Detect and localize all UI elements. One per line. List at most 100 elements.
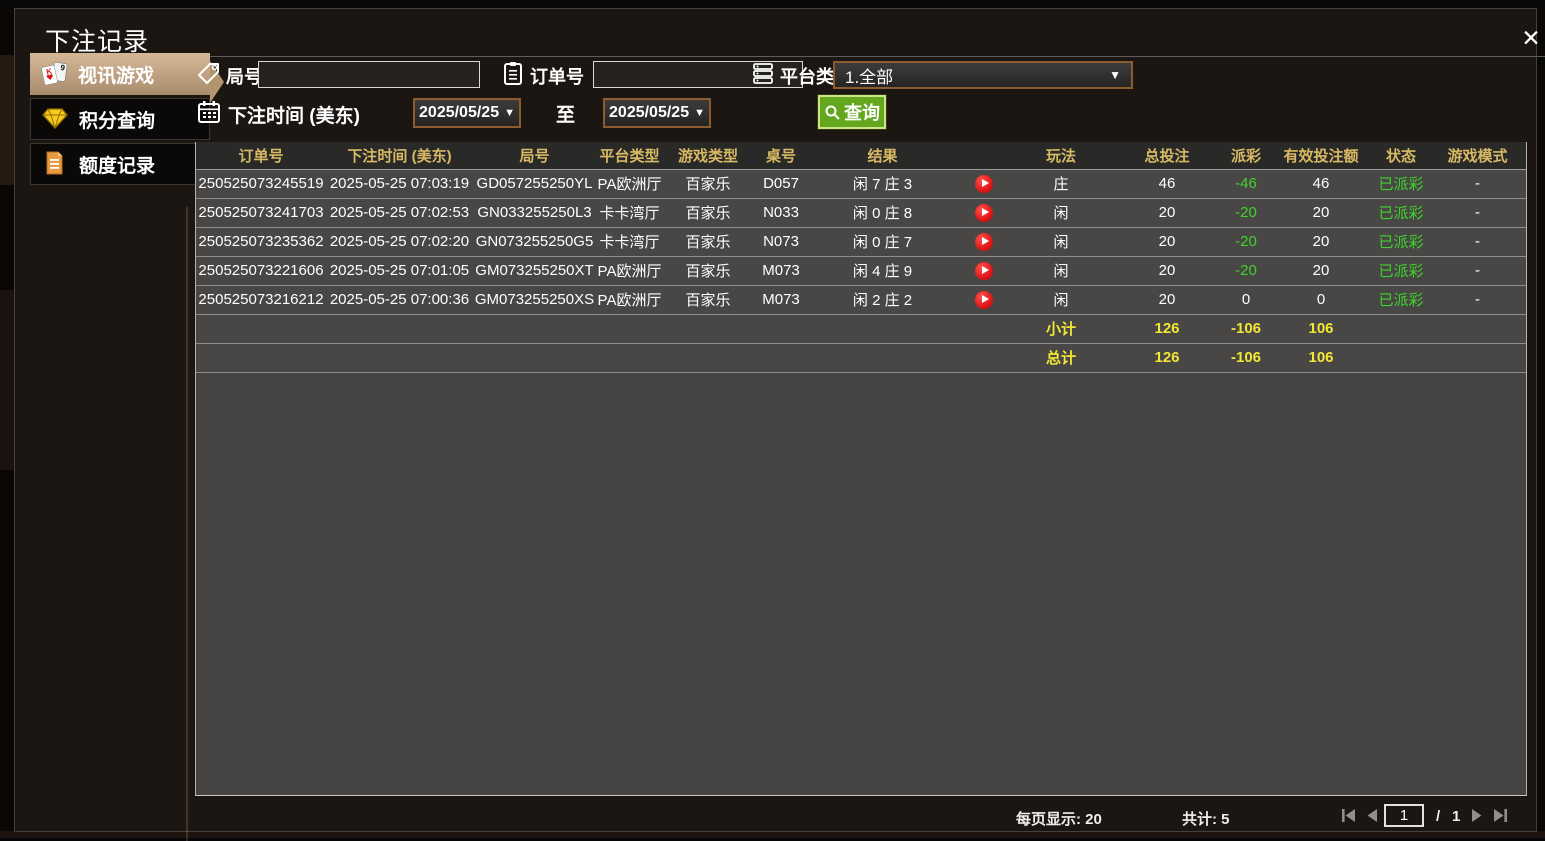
bet-time-label: 下注时间 (美东) [228, 106, 360, 127]
cell-payout: -46 [1223, 169, 1269, 199]
page-number-input[interactable]: 1 [1384, 804, 1424, 827]
play-video-icon[interactable] [974, 174, 993, 193]
search-button[interactable]: 查询 [817, 94, 887, 130]
col-header: 下注时间 (美东) [326, 142, 473, 170]
cell-bet-time: 2025-05-25 07:00:36 [326, 285, 473, 315]
table-row: 250525073235362 2025-05-25 07:02:20 GN07… [196, 227, 1526, 257]
table-row: 250525073241703 2025-05-25 07:02:53 GN03… [196, 198, 1526, 228]
sidebar-item-label: 视讯游戏 [78, 65, 155, 87]
cell-game-type: 百家乐 [663, 285, 753, 315]
cell-platform: 卡卡湾厅 [596, 198, 663, 228]
col-header: 游戏模式 [1429, 142, 1526, 170]
col-header: 订单号 [196, 142, 326, 170]
grand-total-row: 总计 126 -106 106 [196, 343, 1526, 373]
col-header: 玩法 [1011, 142, 1111, 170]
sidebar-item-credit-records[interactable]: 额度记录 [30, 143, 210, 185]
cell-total-bet: 20 [1111, 256, 1223, 286]
close-icon[interactable]: ✕ [1515, 22, 1545, 54]
cell-round-no: GM073255250XT [473, 256, 596, 286]
col-header: 结果 [809, 142, 956, 170]
last-page-icon[interactable] [1492, 808, 1509, 823]
cell-result: 闲 0 庄 7 [809, 227, 956, 257]
cell-order-no: 250525073241703 [196, 198, 326, 228]
cell-payout: -20 [1223, 227, 1269, 257]
cell-status: 已派彩 [1373, 227, 1429, 257]
date-to-select[interactable]: 2025/05/25 ▼ [603, 98, 711, 128]
first-page-icon[interactable] [1340, 808, 1357, 823]
date-from-select[interactable]: 2025/05/25 ▼ [413, 98, 521, 128]
cell-table-no: D057 [753, 169, 809, 199]
cell-table-no: M073 [753, 285, 809, 315]
cell-table-no: M073 [753, 256, 809, 286]
cell-platform: PA欧洲厅 [596, 169, 663, 199]
screen: 下注记录 ✕ 9 K 视讯游戏 积分查询 额度记录 局号 订单号 平台类型 1.… [0, 0, 1545, 841]
cell-total-bet: 20 [1111, 285, 1223, 315]
cell-valid-bet: 0 [1269, 285, 1373, 315]
cell-order-no: 250525073221606 [196, 256, 326, 286]
cell-result: 闲 7 庄 3 [809, 169, 956, 199]
grand-total-valid-bet: 106 [1269, 343, 1373, 373]
background-bleed [0, 55, 14, 185]
play-video-icon[interactable] [974, 261, 993, 280]
chevron-down-icon: ▼ [1109, 68, 1121, 82]
grand-total-label: 总计 [1011, 343, 1111, 373]
cell-valid-bet: 46 [1269, 169, 1373, 199]
cell-play-type: 闲 [1011, 198, 1111, 228]
cell-platform: PA欧洲厅 [596, 285, 663, 315]
cell-payout: 0 [1223, 285, 1269, 315]
subtotal-row: 小计 126 -106 106 [196, 314, 1526, 344]
search-icon [825, 105, 840, 120]
total-count-label: 共计: 5 [1182, 811, 1230, 828]
order-number-label: 订单号 [530, 67, 584, 87]
sidebar-item-video-games[interactable]: 9 K 视讯游戏 [30, 53, 210, 95]
table-row: 250525073221606 2025-05-25 07:01:05 GM07… [196, 256, 1526, 286]
col-header: 总投注 [1111, 142, 1223, 170]
cell-game-mode: - [1429, 227, 1526, 257]
cell-round-no: GN033255250L3 [473, 198, 596, 228]
next-page-icon[interactable] [1468, 808, 1485, 823]
cell-game-type: 百家乐 [663, 227, 753, 257]
cell-payout: -20 [1223, 198, 1269, 228]
document-icon [41, 150, 71, 178]
table-row: 250525073245519 2025-05-25 07:03:19 GD05… [196, 169, 1526, 199]
cell-game-type: 百家乐 [663, 169, 753, 199]
betting-records-table: 订单号 下注时间 (美东) 局号 平台类型 游戏类型 桌号 结果 玩法 总投注 … [195, 142, 1527, 796]
col-header: 游戏类型 [663, 142, 753, 170]
cell-bet-time: 2025-05-25 07:01:05 [326, 256, 473, 286]
grand-total-payout: -106 [1223, 343, 1269, 373]
cell-round-no: GD057255250YL [473, 169, 596, 199]
sidebar-item-label: 额度记录 [79, 155, 156, 177]
page-size-label: 每页显示: 20 [1016, 811, 1102, 828]
cell-bet-time: 2025-05-25 07:02:20 [326, 227, 473, 257]
round-number-label: 局号 [226, 67, 262, 87]
col-header: 有效投注额 [1269, 142, 1373, 170]
sidebar-item-points-query[interactable]: 积分查询 [30, 98, 210, 140]
background-bleed [0, 290, 14, 470]
diamond-icon [41, 105, 71, 133]
platform-type-select[interactable]: 1.全部 ▼ [833, 61, 1133, 89]
col-header: 派彩 [1223, 142, 1269, 170]
play-video-icon[interactable] [974, 232, 993, 251]
chevron-down-icon: ▼ [694, 107, 705, 119]
cell-bet-time: 2025-05-25 07:03:19 [326, 169, 473, 199]
cell-status: 已派彩 [1373, 198, 1429, 228]
table-header-row: 订单号 下注时间 (美东) 局号 平台类型 游戏类型 桌号 结果 玩法 总投注 … [196, 142, 1526, 170]
cell-game-type: 百家乐 [663, 256, 753, 286]
play-video-icon[interactable] [974, 203, 993, 222]
previous-page-icon[interactable] [1364, 808, 1381, 823]
sidebar-item-label: 积分查询 [79, 110, 156, 132]
round-number-input[interactable] [258, 61, 480, 88]
cell-game-mode: - [1429, 198, 1526, 228]
date-to-value: 2025/05/25 [609, 104, 690, 121]
cell-table-no: N073 [753, 227, 809, 257]
col-header: 平台类型 [596, 142, 663, 170]
subtotal-payout: -106 [1223, 314, 1269, 344]
cell-total-bet: 20 [1111, 198, 1223, 228]
date-from-value: 2025/05/25 [419, 104, 500, 121]
play-video-icon[interactable] [974, 290, 993, 309]
cell-game-mode: - [1429, 169, 1526, 199]
cell-video [956, 198, 1011, 228]
subtotal-label: 小计 [1011, 314, 1111, 344]
col-header [956, 142, 1011, 170]
cell-valid-bet: 20 [1269, 256, 1373, 286]
